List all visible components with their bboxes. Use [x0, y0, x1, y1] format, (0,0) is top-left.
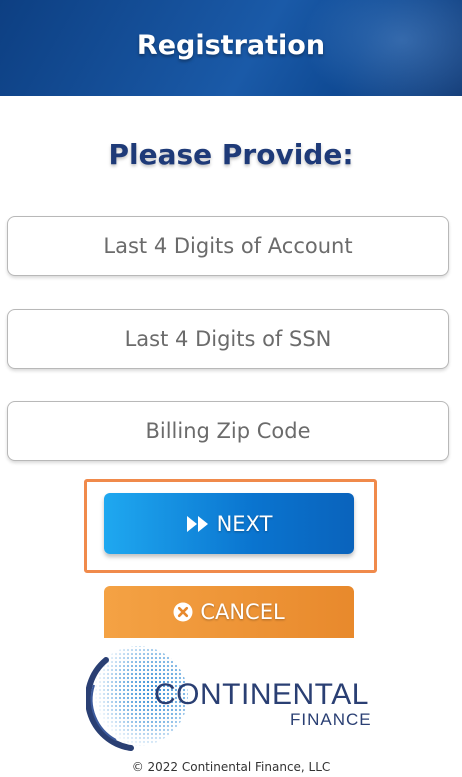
next-button[interactable]: NEXT [104, 493, 354, 554]
logo-subtitle: FINANCE [290, 710, 372, 729]
billing-zip-input[interactable] [7, 401, 449, 461]
header-banner: Registration [0, 0, 462, 96]
ssn-digits-input[interactable] [7, 309, 449, 369]
company-logo: CONTINENTAL FINANCE [86, 640, 386, 755]
form-prompt: Please Provide: [108, 138, 354, 171]
copyright-text: © 2022 Continental Finance, LLC [131, 760, 331, 774]
cancel-button-label: CANCEL [200, 600, 285, 624]
logo-wordmark: CONTINENTAL [154, 678, 369, 711]
circle-x-icon [173, 602, 193, 622]
account-digits-input[interactable] [7, 216, 449, 276]
fast-forward-icon [186, 515, 210, 533]
page-title: Registration [136, 30, 326, 61]
next-button-label: NEXT [216, 511, 273, 536]
cancel-button[interactable]: CANCEL [104, 586, 354, 638]
